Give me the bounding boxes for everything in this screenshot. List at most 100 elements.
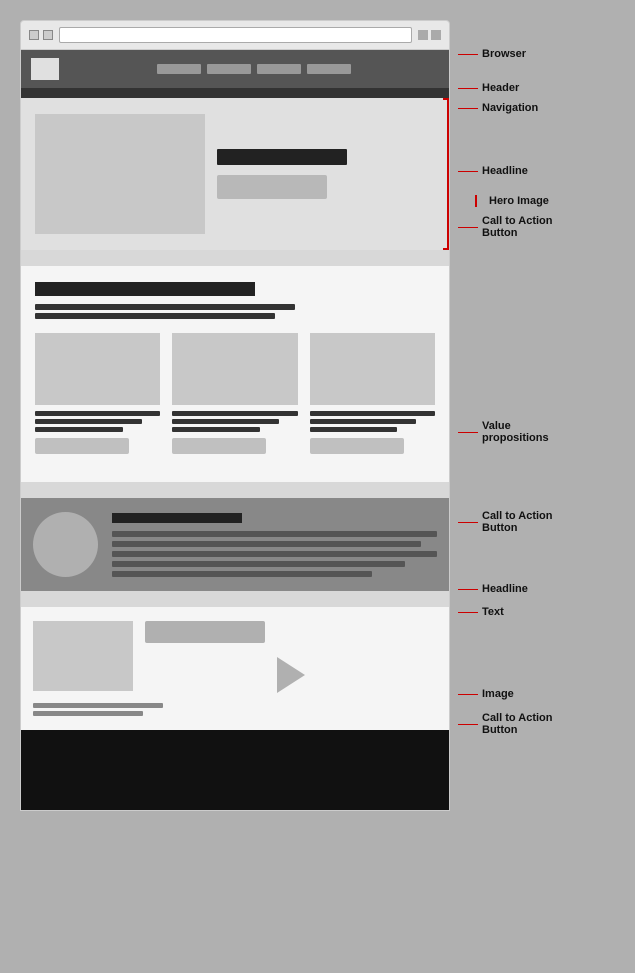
section-divider-3 (21, 591, 449, 607)
vp-card-3-line-3 (310, 427, 398, 432)
section-divider-1 (21, 250, 449, 266)
vp-label-dash (458, 432, 478, 433)
header-label-dash (458, 88, 478, 89)
vp-cta-label-entry: Call to Action Button (458, 510, 572, 534)
vp-card-3-text (310, 411, 435, 432)
vp-card-2-image (172, 333, 297, 405)
hero-section (21, 98, 449, 250)
testimonial-text-label-text: Text (482, 606, 504, 618)
bottom-cta-button[interactable] (145, 621, 265, 643)
headline-label-dash (458, 171, 478, 172)
nav-item-1[interactable] (157, 64, 201, 74)
browser-minimize-btn[interactable] (418, 30, 428, 40)
vp-cta-label-dash (458, 522, 478, 523)
cta-hero-label-text: Call to Action Button (482, 215, 572, 239)
testimonial-content (112, 513, 437, 577)
testimonial-text-dash (458, 612, 478, 613)
testimonial-text-2 (112, 541, 421, 547)
bottom-section (21, 607, 449, 730)
vp-subtext-line-2 (35, 313, 275, 319)
spacer (470, 201, 471, 202)
header-label-text: Header (482, 82, 519, 94)
cta-hero-label-dash (458, 227, 478, 228)
headline-label-text: Headline (482, 165, 528, 177)
testimonial-text-1 (112, 531, 437, 537)
testimonial-avatar (33, 512, 98, 577)
arrow-icon (277, 657, 305, 693)
vp-card-1-cta[interactable] (35, 438, 129, 454)
browser-forward-btn[interactable] (43, 30, 53, 40)
bottom-text-lines (33, 703, 437, 716)
bottom-image-label-entry: Image (458, 688, 514, 700)
browser-maximize-btn[interactable] (431, 30, 441, 40)
testimonial-headline-label-entry: Headline (458, 583, 528, 595)
vp-card-3-image (310, 333, 435, 405)
vp-card-1-image (35, 333, 160, 405)
nav-item-2[interactable] (207, 64, 251, 74)
site-footer (21, 730, 449, 810)
bottom-image-dash (458, 694, 478, 695)
website-wireframe (20, 50, 450, 811)
browser-nav-buttons (29, 30, 53, 40)
vp-card-3 (310, 333, 435, 454)
browser-chrome (20, 20, 450, 50)
testimonial-text-4 (112, 561, 405, 567)
vp-headline (35, 282, 255, 296)
header-label-entry: Header (458, 82, 519, 94)
hero-image-label-entry: Hero Image (470, 195, 549, 207)
hero-image (35, 114, 205, 234)
bottom-text-2 (33, 711, 143, 716)
testimonial-section (21, 498, 449, 591)
vp-subtext (35, 304, 435, 319)
testimonial-headline-label-text: Headline (482, 583, 528, 595)
nav-item-3[interactable] (257, 64, 301, 74)
vp-card-2 (172, 333, 297, 454)
vp-cards (35, 333, 435, 454)
vp-card-3-line-2 (310, 419, 417, 424)
bottom-cta-label-entry: Call to Action Button (458, 712, 572, 736)
cta-hero-label-entry: Call to Action Button (458, 215, 572, 239)
vp-card-2-line-3 (172, 427, 260, 432)
wireframe (20, 20, 450, 811)
header-nav (69, 64, 439, 74)
browser-window-controls (418, 30, 441, 40)
vp-card-1 (35, 333, 160, 454)
hero-cta-button[interactable] (217, 175, 327, 199)
nav-label-text: Navigation (482, 102, 538, 114)
hero-image-label-text: Hero Image (475, 195, 549, 207)
annotation-labels: Browser Header Navigation Headline Hero … (450, 20, 615, 811)
testimonial-headline-dash (458, 589, 478, 590)
browser-label-dash (458, 54, 478, 55)
vp-card-1-line-3 (35, 427, 123, 432)
header-logo (31, 58, 59, 80)
vp-card-1-line-1 (35, 411, 160, 416)
hero-headline (217, 149, 347, 165)
value-props-section (21, 266, 449, 482)
page-root: Browser Header Navigation Headline Hero … (20, 20, 615, 811)
bottom-cta-dash (458, 724, 478, 725)
vp-card-2-text (172, 411, 297, 432)
site-header (21, 50, 449, 88)
headline-label-entry: Headline (458, 165, 528, 177)
browser-back-btn[interactable] (29, 30, 39, 40)
nav-item-4[interactable] (307, 64, 351, 74)
testimonial-headline (112, 513, 242, 523)
bottom-arrow (145, 657, 437, 693)
vp-card-2-cta[interactable] (172, 438, 266, 454)
section-divider-2 (21, 482, 449, 498)
vp-card-1-line-2 (35, 419, 142, 424)
site-navigation-bar (21, 88, 449, 98)
vp-card-1-text (35, 411, 160, 432)
nav-label-entry: Navigation (458, 102, 538, 114)
hero-content (217, 114, 435, 234)
bottom-image (33, 621, 133, 691)
vp-subtext-line-1 (35, 304, 295, 310)
bottom-right-content (145, 621, 437, 693)
testimonial-text-3 (112, 551, 437, 557)
vp-label-text: Value propositions (482, 420, 572, 444)
nav-label-dash (458, 108, 478, 109)
bottom-cta-label-text: Call to Action Button (482, 712, 572, 736)
bottom-text-1 (33, 703, 163, 708)
browser-address-bar[interactable] (59, 27, 412, 43)
vp-card-3-cta[interactable] (310, 438, 404, 454)
